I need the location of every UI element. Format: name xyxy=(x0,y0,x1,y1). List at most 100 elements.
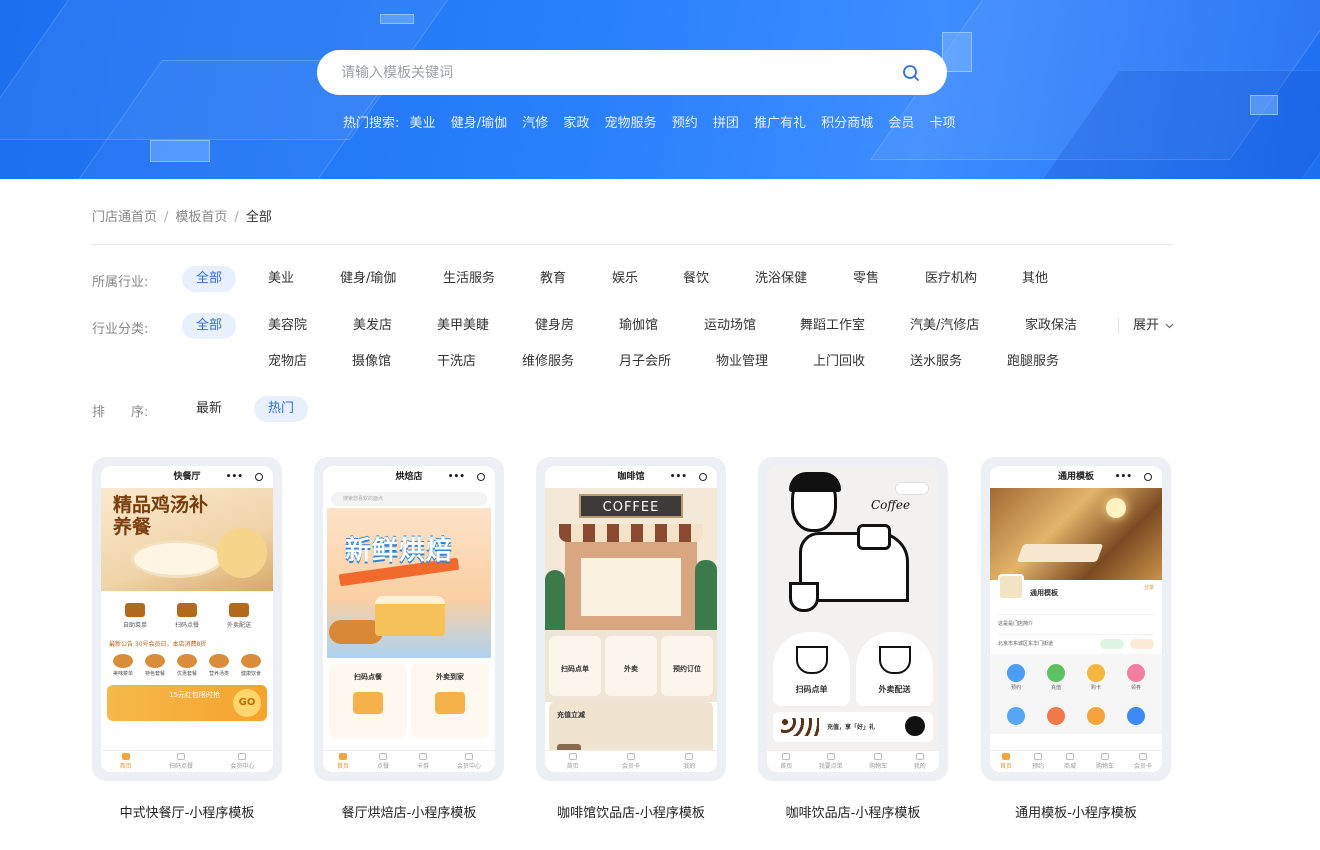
feature-item: 自助菜单 xyxy=(123,603,147,629)
promo-text: 充值，享「好」礼 xyxy=(827,724,876,731)
phone-tab: 会员卡 xyxy=(1134,753,1152,770)
industry-option[interactable]: 洗浴保健 xyxy=(741,266,821,292)
template-card[interactable]: 烘焙店 ••• 搜索您喜欢的面点 新鲜烘焙 扫码点餐 外卖到家 首页 点餐 卡券… xyxy=(314,457,504,781)
category-option[interactable]: 宠物店 xyxy=(254,349,321,375)
coffee-shop-illustration: COFFEE xyxy=(545,488,717,630)
phone-title: 快餐厅 xyxy=(173,472,201,482)
hero-cube xyxy=(150,140,210,162)
category-option[interactable]: 运动场馆 xyxy=(690,313,770,339)
phone-tab: 首页 xyxy=(1000,753,1012,770)
phone-tab: 首页 xyxy=(780,753,792,770)
search-input[interactable] xyxy=(341,50,881,95)
category-option[interactable]: 舞蹈工作室 xyxy=(786,313,879,339)
industry-option[interactable]: 教育 xyxy=(526,266,580,292)
hot-search-item[interactable]: 卡项 xyxy=(929,116,955,131)
coupon-go: GO xyxy=(233,689,261,717)
category-option[interactable]: 物业管理 xyxy=(702,349,782,375)
sort-option-latest[interactable]: 最新 xyxy=(182,396,236,422)
search-icon[interactable] xyxy=(901,63,921,83)
template-preview: Coffee 扫码点单 外卖配送 充值，享「好」礼 首页 我要点单 购物车 我的 xyxy=(767,466,939,772)
sort-option-hot[interactable]: 热门 xyxy=(254,396,309,422)
phone-tab: 商城 xyxy=(1064,753,1076,770)
category-option[interactable]: 美发店 xyxy=(339,313,406,339)
template-title[interactable]: 咖啡饮品店-小程序模板 xyxy=(758,802,948,821)
template-title[interactable]: 咖啡馆饮品店-小程序模板 xyxy=(536,802,726,821)
category-option[interactable]: 健身房 xyxy=(521,313,588,339)
category-option-all[interactable]: 全部 xyxy=(182,313,237,339)
hot-search-item[interactable]: 会员 xyxy=(888,116,914,131)
food-icon xyxy=(378,753,387,760)
phone-title: 烘焙店 xyxy=(395,472,423,482)
category-option[interactable]: 送水服务 xyxy=(896,349,976,375)
category-option[interactable]: 摄像馆 xyxy=(338,349,405,375)
template-title[interactable]: 中式快餐厅-小程序模板 xyxy=(92,802,282,821)
coupon-icon xyxy=(1127,664,1145,682)
kettle-image xyxy=(857,524,891,550)
industry-option[interactable]: 餐饮 xyxy=(669,266,723,292)
category-option[interactable]: 维修服务 xyxy=(508,349,588,375)
template-title[interactable]: 餐厅烘焙店-小程序模板 xyxy=(314,802,504,821)
hot-search-item[interactable]: 宠物服务 xyxy=(605,116,657,131)
industry-option[interactable]: 娱乐 xyxy=(598,266,652,292)
category-option[interactable]: 干洗店 xyxy=(423,349,490,375)
breadcrumb-link[interactable]: 模板首页 xyxy=(175,210,227,225)
category-option[interactable]: 家政保洁 xyxy=(1011,313,1091,339)
preview-banner: 新鲜烘焙 xyxy=(327,508,491,658)
calendar-icon xyxy=(1033,753,1042,760)
more-icon: ••• xyxy=(447,472,465,482)
template-preview: 通用模板 ••• 通用模板 分享 这是是门店简介 北京市东城区东华门街道 预约 … xyxy=(990,466,1162,772)
phone-tab: 购物车 xyxy=(869,753,887,770)
industry-option-all[interactable]: 全部 xyxy=(182,266,237,292)
hot-search-item[interactable]: 健身/瑜伽 xyxy=(451,116,507,131)
card-icon xyxy=(1087,664,1105,682)
more-icon: ••• xyxy=(225,472,243,482)
industry-option[interactable]: 零售 xyxy=(839,266,893,292)
hot-search-item[interactable]: 推广有礼 xyxy=(754,116,806,131)
gift-icon xyxy=(1087,706,1105,725)
cloche-icon xyxy=(124,603,145,617)
phone-tab: 会员中心 xyxy=(230,753,254,770)
record-icon xyxy=(255,473,263,481)
template-card[interactable]: 通用模板 ••• 通用模板 分享 这是是门店简介 北京市东城区东华门街道 预约 … xyxy=(981,457,1171,781)
breadcrumb-link[interactable]: 门店通首页 xyxy=(92,210,157,225)
template-card[interactable]: 咖啡馆 ••• COFFEE 扫码点单 外卖 预约订位 充值立减 首页 会员卡 … xyxy=(536,457,726,781)
template-title[interactable]: 通用模板-小程序模板 xyxy=(981,802,1171,821)
template-card[interactable]: Coffee 扫码点单 外卖配送 充值，享「好」礼 首页 我要点单 购物车 我的 xyxy=(758,457,948,781)
industry-option[interactable]: 美业 xyxy=(254,266,308,292)
cup-icon xyxy=(826,753,835,760)
hot-search-item[interactable]: 汽修 xyxy=(522,116,548,131)
scan-icon xyxy=(176,603,197,617)
industry-option[interactable]: 医疗机构 xyxy=(911,266,991,292)
hot-search-item[interactable]: 积分商城 xyxy=(821,116,873,131)
category-option[interactable]: 跑腿服务 xyxy=(993,349,1073,375)
phone-icon xyxy=(1130,639,1154,649)
hot-search-item[interactable]: 家政 xyxy=(563,116,589,131)
category-option[interactable]: 美甲美睫 xyxy=(423,313,503,339)
expand-button[interactable]: 展开 xyxy=(1118,318,1174,334)
food-list: 美味菜单 特色套餐 优惠套餐 营养汤类 健康饮食 xyxy=(101,650,273,681)
category-option[interactable]: 上门回收 xyxy=(799,349,879,375)
category-option[interactable]: 月子会所 xyxy=(605,349,685,375)
cart-icon xyxy=(874,753,883,760)
hot-search-item[interactable]: 美业 xyxy=(410,116,436,131)
grid-item: 购卡 xyxy=(1076,664,1116,699)
grid-item: 充值 xyxy=(1036,664,1076,699)
feature-card: 外卖配送 xyxy=(856,632,933,706)
hot-search-item[interactable]: 预约 xyxy=(672,116,698,131)
lamp-image xyxy=(1106,498,1126,518)
industry-option[interactable]: 其他 xyxy=(1008,266,1062,292)
shop-awning xyxy=(559,524,703,542)
industry-option[interactable]: 生活服务 xyxy=(429,266,509,292)
category-option[interactable]: 瑜伽馆 xyxy=(605,313,672,339)
hot-search-item[interactable]: 拼团 xyxy=(713,116,739,131)
industry-option[interactable]: 健身/瑜伽 xyxy=(326,266,410,292)
category-option[interactable]: 美容院 xyxy=(254,313,321,339)
feature-card: 预约订位 xyxy=(661,636,713,696)
grid-item xyxy=(1036,706,1076,735)
more-icon: ••• xyxy=(669,472,687,482)
template-card[interactable]: 快餐厅 ••• 精品鸡汤补养餐 自助菜单 扫码点餐 外卖配送 最新公告 30号会… xyxy=(92,457,282,781)
grid-item xyxy=(1116,706,1156,735)
chevron-down-icon xyxy=(1165,323,1174,328)
category-option[interactable]: 汽美/汽修店 xyxy=(896,313,993,339)
grid-item: 领券 xyxy=(1116,664,1156,699)
